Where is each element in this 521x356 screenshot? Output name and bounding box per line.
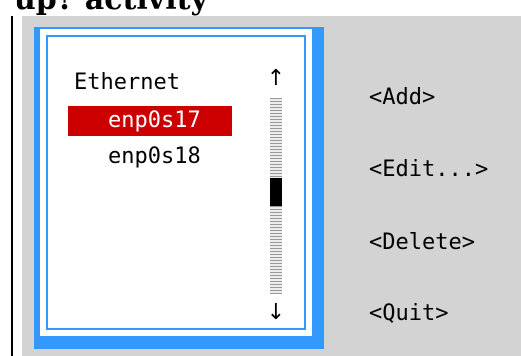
quit-button[interactable]: <Quit> [369, 299, 448, 329]
delete-button[interactable]: <Delete> [369, 228, 475, 258]
scrollbar-thumb[interactable] [270, 178, 282, 206]
list-item-enp0s18[interactable]: enp0s18 [108, 143, 201, 171]
list-scrollbar[interactable]: ↑ ↓ [264, 66, 288, 326]
list-item-enp0s17[interactable]: enp0s17 [68, 106, 232, 136]
left-border-line [11, 16, 13, 356]
network-connections-screen: Ethernet enp0s17 enp0s18 ↑ ↓ <Add> <Edit… [22, 16, 521, 356]
scroll-up-arrow-icon[interactable]: ↑ [264, 66, 288, 92]
scroll-down-arrow-icon[interactable]: ↓ [264, 300, 288, 326]
add-button[interactable]: <Add> [369, 83, 435, 113]
list-group-ethernet: Ethernet [74, 70, 180, 95]
edit-button[interactable]: <Edit...> [369, 155, 488, 185]
